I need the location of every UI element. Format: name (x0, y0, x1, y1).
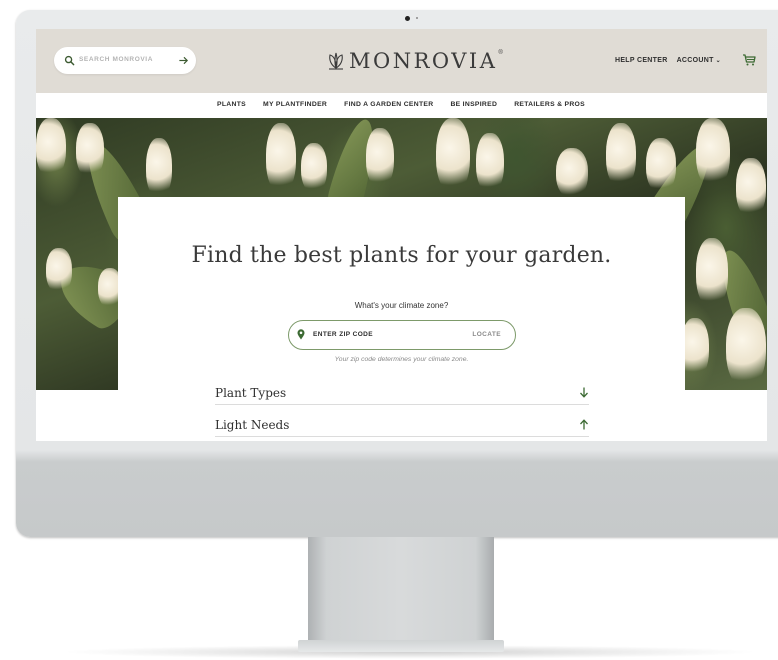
chevron-down-icon: ⌄ (715, 58, 721, 64)
cart-icon[interactable] (742, 54, 756, 66)
brand-name: MONROVIA (349, 49, 498, 73)
flower-cluster (76, 123, 104, 178)
flower-cluster (681, 318, 709, 378)
flower-cluster (46, 248, 72, 293)
flower-cluster (696, 118, 730, 188)
leaf-logo-icon (329, 52, 343, 70)
main-nav: PLANTS MY PLANTFINDER FIND A GARDEN CENT… (36, 93, 767, 118)
flower-cluster (266, 123, 296, 193)
flower-cluster (436, 118, 470, 193)
nav-find-garden-center[interactable]: FIND A GARDEN CENTER (344, 101, 433, 108)
plant-finder-card: Find the best plants for your garden. Wh… (118, 197, 685, 441)
zip-code-field[interactable]: ENTER ZIP CODE LOCATE (288, 320, 516, 350)
filter-label: Light Needs (215, 418, 290, 432)
climate-zone-question: What's your climate zone? (354, 301, 449, 310)
help-center-link[interactable]: HELP CENTER (615, 57, 668, 64)
zip-code-input[interactable]: ENTER ZIP CODE (313, 331, 373, 338)
header-links: HELP CENTER ACCOUNT ⌄ (615, 57, 721, 64)
filter-plant-types[interactable]: Plant Types (215, 384, 589, 405)
location-pin-icon (297, 329, 305, 340)
account-label: ACCOUNT (676, 57, 714, 64)
hero-title: Find the best plants for your garden. (191, 243, 612, 268)
flower-cluster (146, 138, 172, 198)
locate-button[interactable]: LOCATE (472, 331, 501, 338)
nav-retailers-pros[interactable]: RETAILERS & PROS (514, 101, 585, 108)
flower-cluster (476, 133, 504, 193)
filter-label: Plant Types (215, 386, 287, 400)
flower-cluster (556, 148, 588, 198)
arrow-right-icon[interactable] (178, 55, 189, 66)
search-input[interactable]: SEARCH MONROVIA (79, 56, 153, 63)
camera-indicator (416, 17, 418, 19)
nav-my-plantfinder[interactable]: MY PLANTFINDER (263, 101, 327, 108)
flower-cluster (736, 158, 766, 218)
search-icon (64, 55, 75, 66)
monitor-stand (308, 537, 494, 647)
site-logo[interactable]: MONROVIA ® (326, 47, 503, 75)
flower-cluster (696, 238, 728, 308)
flower-cluster (366, 128, 394, 188)
screen: SEARCH MONROVIA MONROVIA ® HELP CENTER A… (36, 29, 767, 441)
flower-cluster (606, 123, 636, 188)
account-menu[interactable]: ACCOUNT ⌄ (677, 57, 721, 64)
site-header: SEARCH MONROVIA MONROVIA ® HELP CENTER A… (36, 29, 767, 93)
brand-registered-mark: ® (498, 50, 503, 56)
nav-be-inspired[interactable]: BE INSPIRED (450, 101, 497, 108)
arrow-down-icon (580, 387, 588, 398)
flower-cluster (646, 138, 676, 193)
monitor-stand-base (298, 640, 504, 652)
arrow-up-icon (580, 419, 588, 430)
camera (405, 16, 410, 21)
flower-cluster (301, 143, 327, 193)
filter-light-needs[interactable]: Light Needs (215, 416, 589, 437)
search-bar[interactable]: SEARCH MONROVIA (54, 47, 196, 74)
flower-cluster (36, 118, 66, 178)
zip-code-hint: Your zip code determines your climate zo… (334, 356, 469, 363)
flower-cluster (726, 308, 766, 388)
nav-plants[interactable]: PLANTS (217, 101, 246, 108)
